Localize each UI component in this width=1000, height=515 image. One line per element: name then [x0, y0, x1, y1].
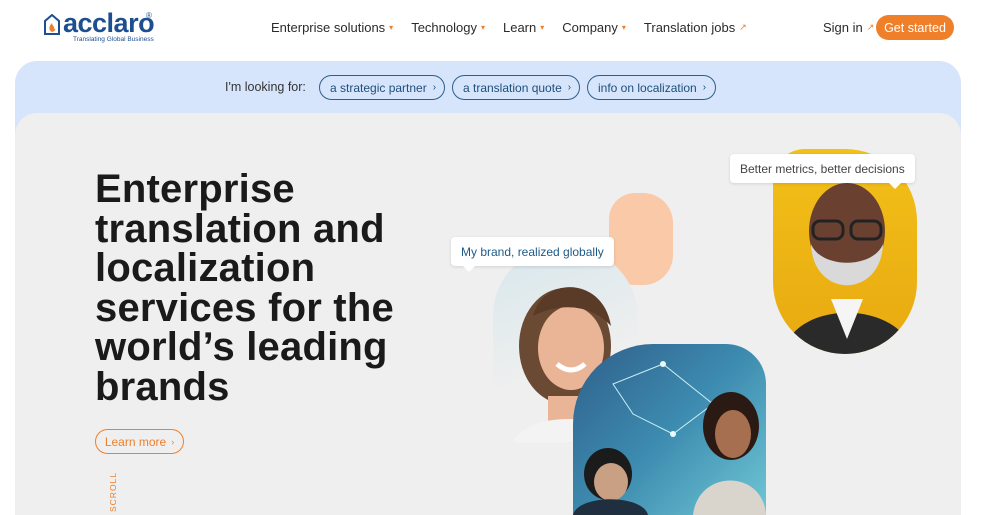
nav-label: Technology	[411, 20, 477, 35]
nav-label: Enterprise solutions	[271, 20, 386, 35]
scroll-indicator[interactable]: SCROLL	[100, 472, 130, 515]
chevron-down-icon: ▾	[540, 23, 545, 32]
sign-in-link[interactable]: Sign in ↗	[823, 20, 874, 35]
logo-registered: ®	[146, 11, 152, 20]
learn-more-label: Learn more	[104, 434, 167, 449]
team-illustration	[573, 361, 766, 515]
chevron-down-icon: ▾	[389, 23, 394, 32]
metrics-speech-bubble: Better metrics, better decisions	[730, 154, 915, 189]
option-label: info on localization	[598, 80, 697, 95]
external-arrow-icon: ↗	[866, 22, 875, 32]
nav-label: Learn	[502, 20, 537, 35]
nav-company[interactable]: Company ▾	[562, 20, 626, 35]
sign-in-label: Sign in	[823, 20, 863, 35]
acclaro-logo[interactable]: acclaro ® Translating Global Business	[42, 8, 162, 46]
chevron-right-icon: ›	[171, 436, 175, 447]
nav-label: Translation jobs	[643, 20, 736, 35]
chevron-down-icon: ▾	[480, 23, 485, 32]
external-arrow-icon: ↗	[739, 22, 747, 32]
main-nav: Enterprise solutions ▾ Technology ▾ Lear…	[271, 20, 765, 35]
get-started-button[interactable]: Get started	[876, 15, 954, 40]
brand-speech-bubble: My brand, realized globally	[451, 237, 614, 272]
nav-translation-jobs[interactable]: Translation jobs ↗	[644, 20, 747, 35]
site-header: acclaro ® Translating Global Business En…	[0, 0, 1000, 56]
logo-tagline: Translating Global Business	[73, 36, 154, 43]
nav-learn[interactable]: Learn ▾	[503, 20, 544, 35]
chevron-right-icon: ›	[432, 82, 437, 93]
learn-more-button[interactable]: Learn more ›	[95, 429, 184, 454]
team-working-photo	[573, 344, 766, 515]
hero-headline: Enterprise translation and localization …	[95, 167, 394, 409]
logo-flame-icon	[44, 14, 60, 35]
option-translation-quote[interactable]: a translation quote ›	[452, 75, 580, 100]
chevron-right-icon: ›	[567, 82, 572, 93]
looking-for-label: I'm looking for:	[225, 80, 306, 94]
option-label: a strategic partner	[330, 80, 427, 95]
logo-wordmark: acclaro	[63, 8, 155, 38]
option-strategic-partner[interactable]: a strategic partner ›	[319, 75, 445, 100]
nav-technology[interactable]: Technology ▾	[411, 20, 485, 35]
nav-label: Company	[562, 20, 618, 35]
option-info-localization[interactable]: info on localization ›	[587, 75, 716, 100]
option-label: a translation quote	[463, 80, 562, 95]
chevron-right-icon: ›	[702, 82, 707, 93]
nav-enterprise-solutions[interactable]: Enterprise solutions ▾	[271, 20, 393, 35]
chevron-down-icon: ▾	[621, 23, 626, 32]
scroll-label: SCROLL	[108, 471, 118, 512]
